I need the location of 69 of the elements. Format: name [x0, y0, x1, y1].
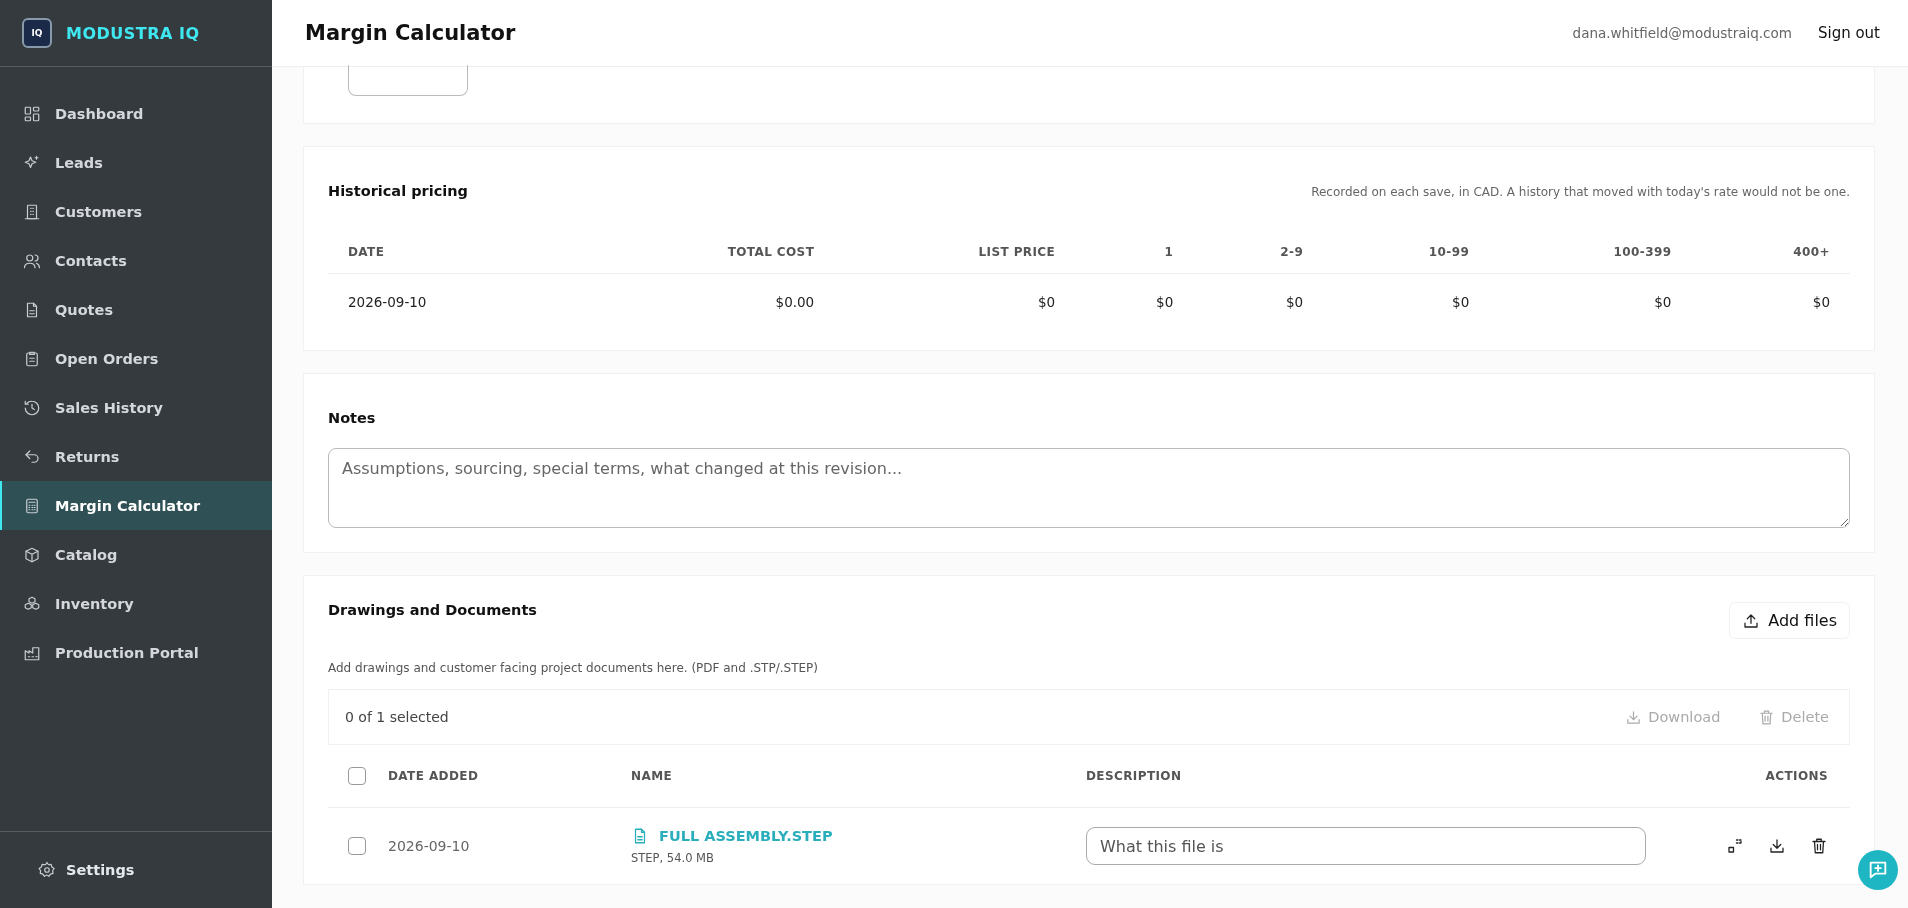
calculator-icon: [23, 496, 41, 515]
chat-button[interactable]: [1858, 850, 1898, 890]
brand-name: MODUSTRA IQ: [66, 23, 200, 43]
sidebar-item[interactable]: Open Orders: [0, 334, 272, 383]
notes-field[interactable]: Assumptions, sourcing, special terms, what changed at this revision...: [328, 448, 1850, 528]
table-cell-text: 2026-09-10: [388, 838, 471, 854]
sidebar-item[interactable]: Sales History: [0, 383, 272, 432]
add-files-button[interactable]: Add files: [1729, 602, 1850, 639]
user-email: dana.whitfield@modustraiq.com: [1572, 25, 1792, 41]
sidebar-item[interactable]: Inventory: [0, 579, 272, 628]
page-title: Margin Calculator: [305, 21, 517, 45]
selection-count: 0 of 1 selected: [345, 709, 450, 725]
table-cell: $0: [1075, 273, 1194, 332]
table-cell: $0: [1691, 273, 1850, 332]
column-header: 2-9: [1193, 245, 1324, 274]
column-header: LIST PRICE: [834, 245, 1076, 274]
sidebar-item[interactable]: Returns: [0, 432, 272, 481]
column-header: 1: [1075, 245, 1194, 274]
sign-out-link[interactable]: Sign out: [1817, 24, 1880, 42]
hint-text: Add drawings and customer facing project documents here. (PDF and .STP/.STEP): [328, 661, 819, 675]
table-cell: $0: [1193, 273, 1324, 332]
table-cell: $0: [834, 273, 1076, 332]
column-header: NAME: [631, 769, 674, 783]
sidebar-item[interactable]: Catalog: [0, 530, 272, 579]
select-all-checkbox[interactable]: [348, 767, 366, 785]
history-icon: [23, 398, 41, 417]
column-header: ACTIONS: [1764, 769, 1828, 783]
row-checkbox[interactable]: [348, 837, 366, 855]
settings-link[interactable]: Settings: [38, 861, 135, 879]
sidebar-item[interactable]: Dashboard: [0, 89, 272, 138]
dotted-squares-icon[interactable]: [1726, 837, 1744, 855]
sidebar-item[interactable]: Quotes: [0, 285, 272, 334]
return-icon: [23, 447, 41, 466]
boxes-icon: [23, 594, 41, 613]
grid-icon: [23, 104, 41, 123]
building-icon: [23, 202, 41, 221]
description-field[interactable]: What this file is: [1086, 827, 1646, 865]
people-icon: [23, 251, 41, 270]
download-icon: [1625, 708, 1643, 726]
column-header: DESCRIPTION: [1086, 769, 1183, 783]
quantity-field[interactable]: [348, 65, 468, 96]
sidebar-item[interactable]: Margin Calculator: [0, 481, 272, 530]
column-header: 10-99: [1323, 245, 1490, 274]
chat-plus-icon: [1867, 859, 1889, 881]
logo-icon: IQ: [22, 18, 52, 48]
column-header: TOTAL COST: [572, 245, 835, 274]
section-title: Drawings and Documents: [328, 602, 537, 618]
section-title: Historical pricing: [328, 183, 468, 199]
download-icon[interactable]: [1768, 837, 1786, 855]
section-title: Notes: [328, 410, 377, 426]
sidebar-item[interactable]: Contacts: [0, 236, 272, 285]
box-icon: [23, 545, 41, 564]
section-note: Recorded on each save, in CAD. A history that moved with today's rate would not be one.: [1311, 185, 1850, 199]
trash-icon[interactable]: [1810, 837, 1828, 855]
table-cell: $0: [1323, 273, 1490, 332]
settings-icon: [38, 861, 56, 879]
column-header: DATE: [328, 245, 573, 274]
table-cell: $0.00: [572, 273, 835, 332]
table-cell: $0: [1489, 273, 1692, 332]
clipboard-icon: [23, 349, 41, 368]
table-cell: 2026-09-10: [328, 273, 573, 332]
sidebar-item[interactable]: Leads: [0, 138, 272, 187]
trash-icon: [1758, 708, 1776, 726]
column-header: DATE ADDED: [388, 769, 480, 783]
column-header: 100-399: [1489, 245, 1692, 274]
sidebar-item[interactable]: Customers: [0, 187, 272, 236]
column-header: 400+: [1691, 245, 1850, 274]
sidebar-item[interactable]: Production Portal: [0, 628, 272, 677]
file-meta: STEP, 54.0 MB: [631, 851, 715, 865]
